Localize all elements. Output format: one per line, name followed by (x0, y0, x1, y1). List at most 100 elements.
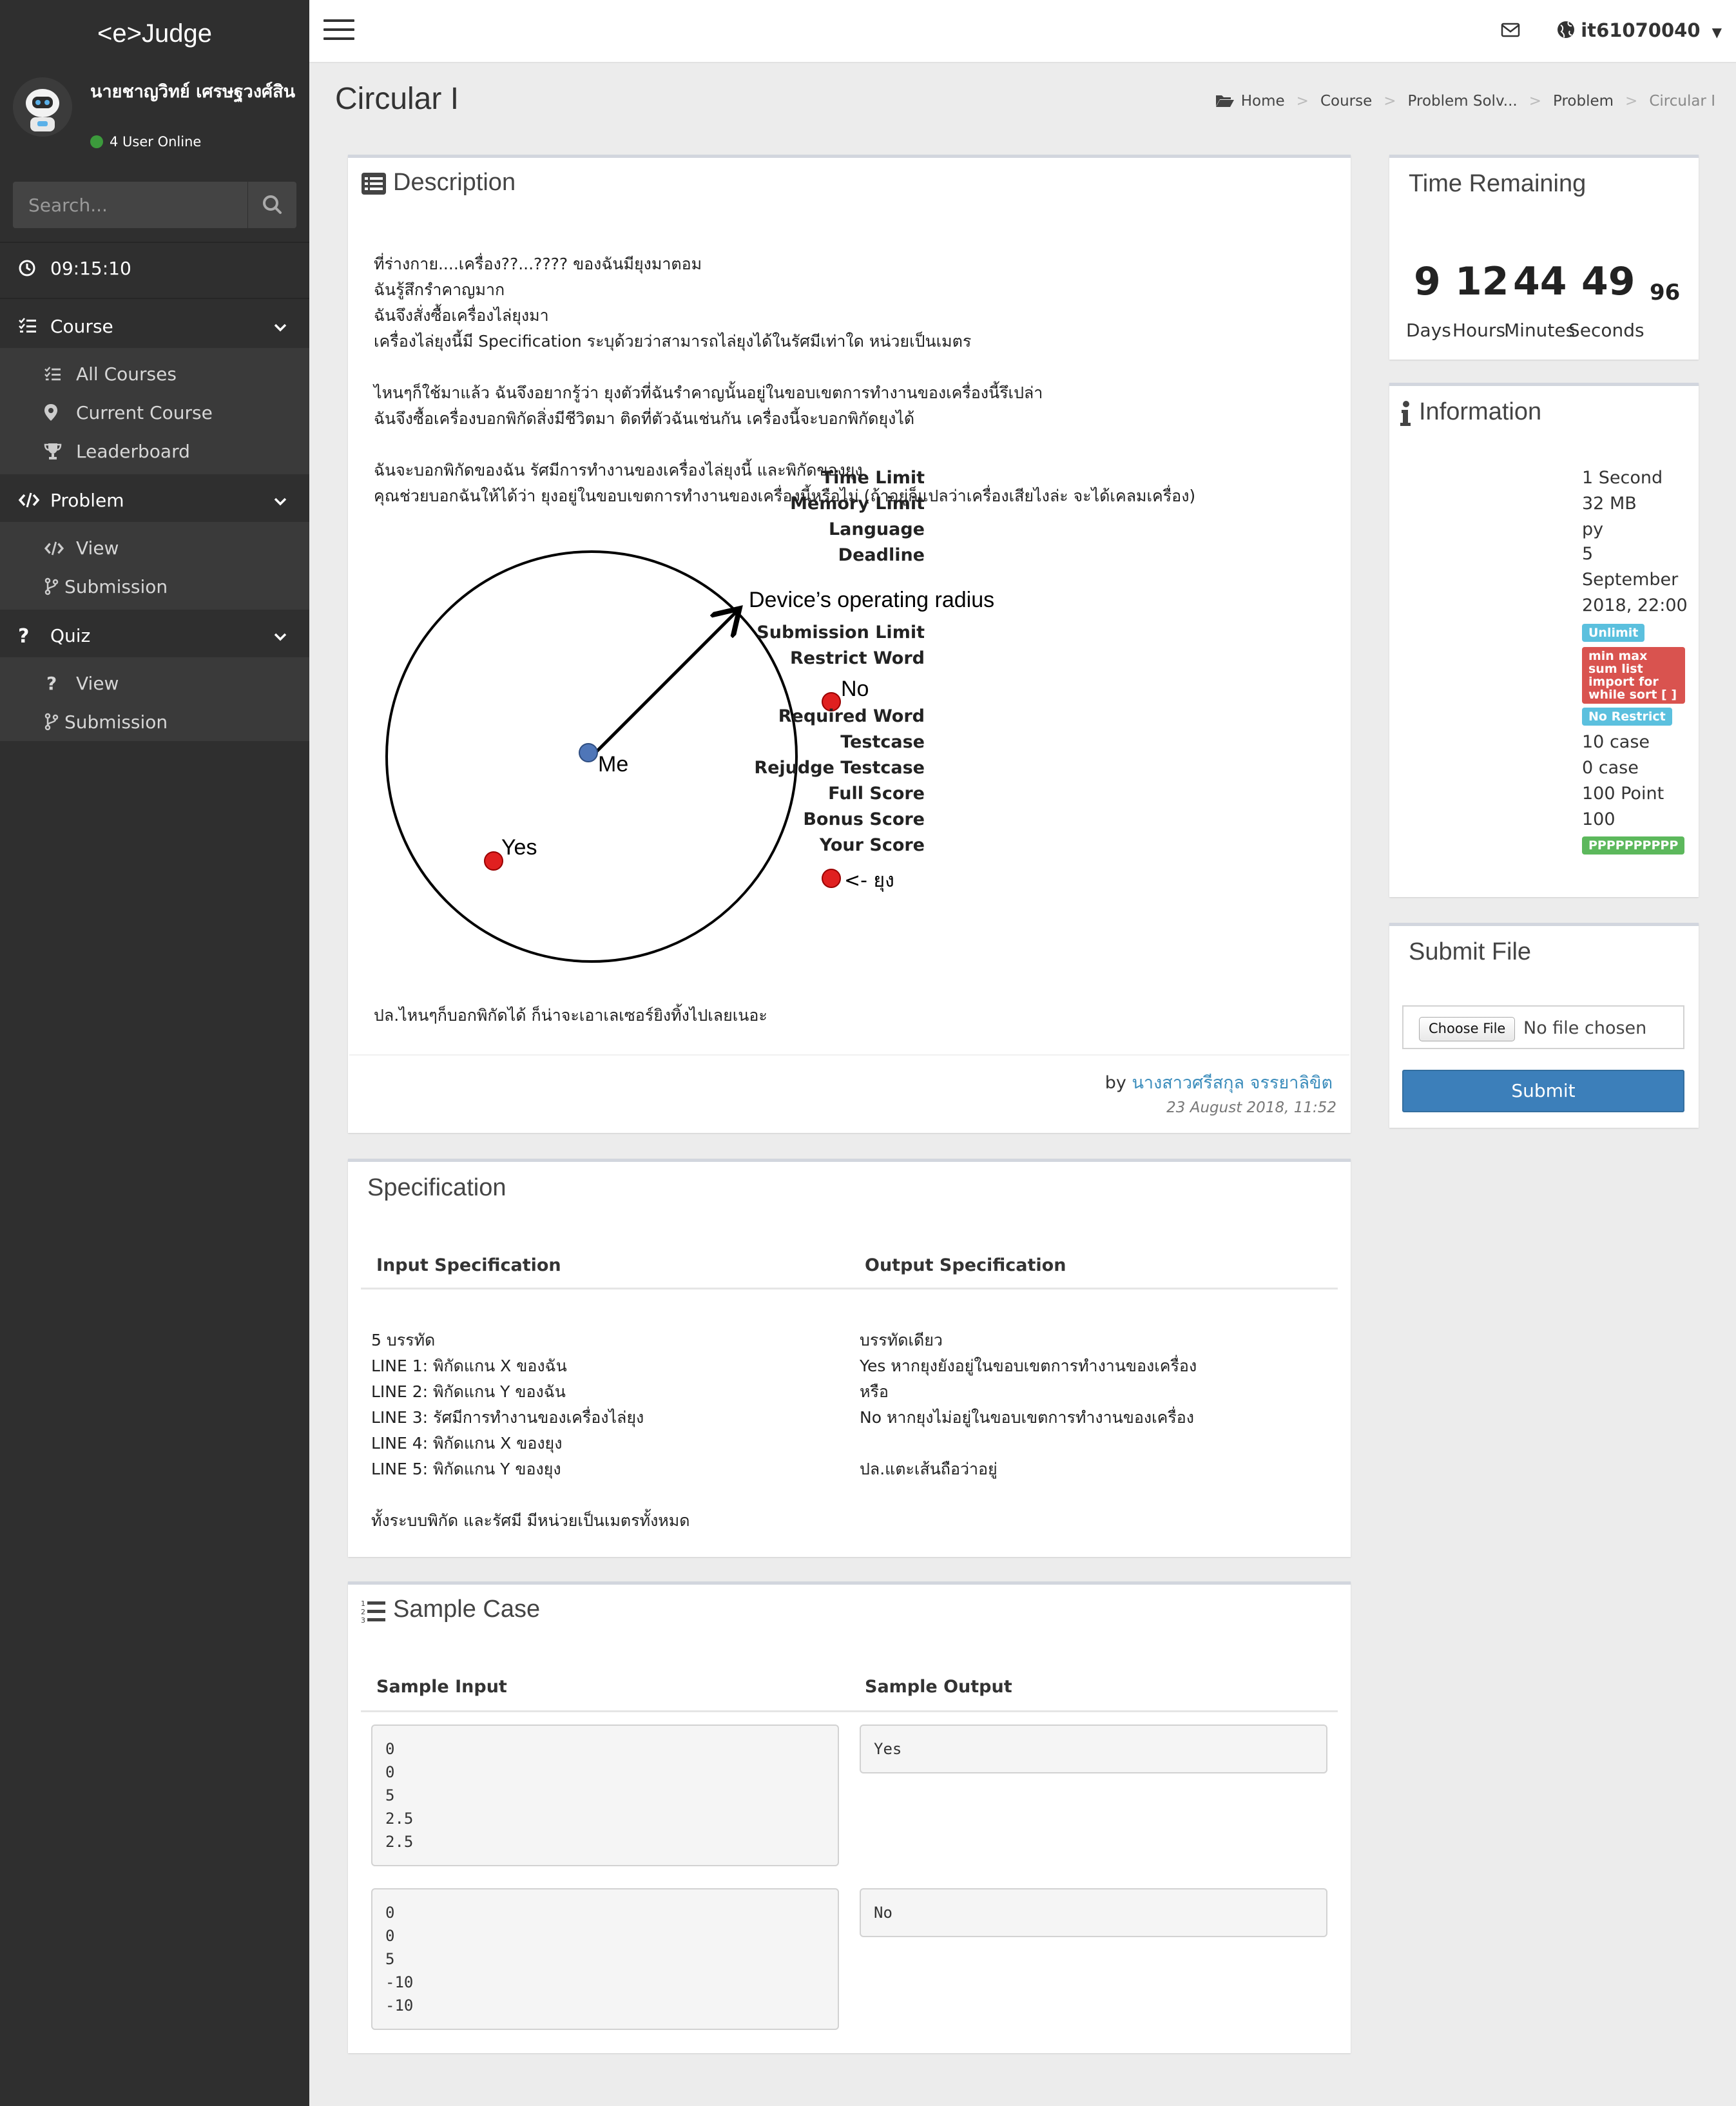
input-spec-lines: 5 บรรทัด LINE 1: พิกัดแกน X ของฉัน LINE … (371, 1328, 690, 1534)
sample-input-header: Sample Input (376, 1677, 507, 1697)
page-title: Circular I (335, 82, 459, 116)
sidebar-item-label: Submission (64, 576, 168, 597)
sample-output-1[interactable]: Yes (860, 1724, 1327, 1773)
author-link[interactable]: นางสาวศรีสกุล จรรยาลิขิต (1132, 1073, 1333, 1093)
text-line: while sort [ ] (1588, 688, 1677, 702)
submission-limit-badge: Unlimit (1582, 624, 1645, 642)
question-icon: ? (46, 673, 57, 694)
language-label: Language (828, 519, 925, 539)
text-line: 5 บรรทัด (371, 1331, 436, 1349)
description-paragraph-1: ที่ร่างกาย....เครื่อง??...???? ของฉันมีย… (374, 251, 971, 354)
text-line: min max (1588, 649, 1648, 663)
rejudge-testcase-value: 0 case (1582, 758, 1639, 778)
breadcrumb-problem-solving[interactable]: Problem Solv... (1408, 93, 1518, 110)
breadcrumb-course[interactable]: Course (1320, 93, 1372, 110)
language-value: py (1582, 519, 1604, 539)
text-line: LINE 4: พิกัดแกน X ของยุง (371, 1434, 563, 1453)
restrict-word-badge: min max sum list import for while sort [… (1582, 647, 1685, 704)
restrict-word-label: Restrict Word (790, 648, 925, 668)
list-check-icon (44, 363, 62, 385)
me-label: Me (598, 752, 628, 777)
posted-date: 23 August 2018, 11:52 (1166, 1099, 1336, 1116)
svg-text:3: 3 (361, 1616, 365, 1624)
countdown-seconds: 49 (1581, 259, 1635, 304)
output-spec-note: ปล.แตะเส้นถือว่าอยู่ (860, 1460, 998, 1478)
search-button[interactable] (247, 182, 296, 228)
text-line: September (1582, 570, 1679, 590)
bonus-score-label: Bonus Score (803, 809, 925, 829)
text-line: ฉันจึงสั่งซื้อเครื่องไล่ยุงมา (374, 306, 549, 325)
sample-output-2[interactable]: No (860, 1888, 1327, 1937)
input-spec-header: Input Specification (376, 1255, 561, 1275)
sidebar-item-label: Leaderboard (76, 441, 190, 462)
text-line: 2018, 22:00 (1582, 595, 1688, 615)
course-submenu: All Courses Current Course Leaderboard (0, 348, 309, 474)
list-alt-icon (362, 173, 386, 195)
sample-output-header: Sample Output (865, 1677, 1012, 1697)
submission-limit-label: Submission Limit (757, 623, 925, 642)
information-title: Information (1419, 398, 1542, 425)
sidebar-item-label: All Courses (76, 363, 177, 385)
globe-icon[interactable] (1556, 19, 1576, 43)
sidebar-item-label: View (76, 537, 119, 559)
code-branch-icon (44, 711, 59, 733)
sidebar-search (13, 182, 296, 228)
menu-toggle-icon[interactable] (323, 19, 354, 45)
countdown-hours: 12 (1455, 259, 1509, 304)
avatar (13, 77, 72, 137)
sidebar-item-label: Quiz (50, 625, 91, 646)
user-menu[interactable]: it61070040 ▼ (1581, 19, 1722, 41)
sidebar-item-label: Problem (50, 490, 124, 511)
your-score-label: Your Score (819, 835, 925, 855)
sidebar: <e>Judge นายชาญวิทย์ เศรษฐวงศ์สิน 4 User… (0, 0, 309, 2106)
username-label: it61070040 (1581, 19, 1701, 41)
full-score-label: Full Score (828, 784, 925, 804)
user-name: นายชาญวิทย์ เศรษฐวงศ์สิน (90, 82, 296, 102)
text-line: บรรทัดเดียว (860, 1331, 943, 1349)
code-icon (44, 537, 64, 559)
mosquito-point (822, 869, 841, 888)
sample-input-1[interactable]: 0 0 5 2.5 2.5 (371, 1724, 839, 1866)
yes-point (484, 851, 503, 871)
time-remaining-title: Time Remaining (1409, 170, 1587, 197)
svg-text:2: 2 (361, 1608, 365, 1616)
breadcrumb: Home > Course > Problem Solv... > Problem > Circ… (1215, 93, 1715, 110)
author-line: by นางสาวศรีสกุล จรรยาลิขิต (1105, 1068, 1333, 1096)
breadcrumb-problem[interactable]: Problem (1553, 93, 1614, 110)
output-spec-lines: บรรทัดเดียว Yes หากยุงยังอยู่ในขอบเขตการ… (860, 1328, 1197, 1482)
list-check-icon (18, 316, 37, 337)
breadcrumb-home[interactable]: Home (1241, 93, 1285, 110)
time-limit-value: 1 Second (1582, 468, 1663, 488)
text-line: Yes หากยุงยังอยู่ในขอบเขตการทำงานของเครื… (860, 1357, 1197, 1375)
online-dot-icon (90, 135, 103, 148)
memory-limit-value: 32 MB (1582, 494, 1637, 514)
description-footnote: ปล.ไหนๆก็บอกพิกัดได้ ก็น่าจะเอาเลเซอร์ยิ… (374, 1006, 767, 1025)
chevron-down-icon (273, 490, 287, 511)
search-input[interactable] (13, 182, 247, 228)
chevron-down-icon (273, 316, 287, 337)
caret-down-icon: ▼ (1712, 24, 1722, 40)
deadline-value: 5 September 2018, 22:00 (1582, 541, 1688, 619)
text-line: คุณช่วยบอกฉันให้ได้ว่า ยุงอยู่ในขอบเขตกา… (374, 487, 1196, 505)
full-score-value: 100 Point (1582, 784, 1664, 804)
text-line: import for (1588, 675, 1659, 689)
countdown-minutes: 44 (1513, 259, 1567, 304)
folder-open-icon (1215, 93, 1241, 110)
deadline-label: Deadline (838, 545, 925, 565)
submit-file-title: Submit File (1409, 938, 1532, 965)
file-input[interactable]: Choose File No file chosen (1402, 1005, 1684, 1049)
code-branch-icon (44, 576, 59, 597)
choose-file-button[interactable]: Choose File (1419, 1017, 1516, 1041)
top-navbar: it61070040 ▼ (309, 0, 1736, 63)
text-line: LINE 5: พิกัดแกน Y ของยุง (371, 1460, 561, 1478)
search-icon (263, 195, 282, 214)
online-status: 4 User Online (90, 134, 201, 150)
memory-limit-label: Memory Limit (790, 494, 925, 514)
sample-input-2[interactable]: 0 0 5 -10 -10 (371, 1888, 839, 2030)
required-word-badge: No Restrict (1582, 708, 1672, 726)
radius-label: Device’s operating radius (749, 588, 994, 612)
trophy-icon (44, 441, 62, 462)
brand-logo[interactable]: <e>Judge (0, 0, 309, 67)
envelope-icon[interactable] (1500, 19, 1521, 43)
submit-button[interactable]: Submit (1402, 1070, 1684, 1112)
